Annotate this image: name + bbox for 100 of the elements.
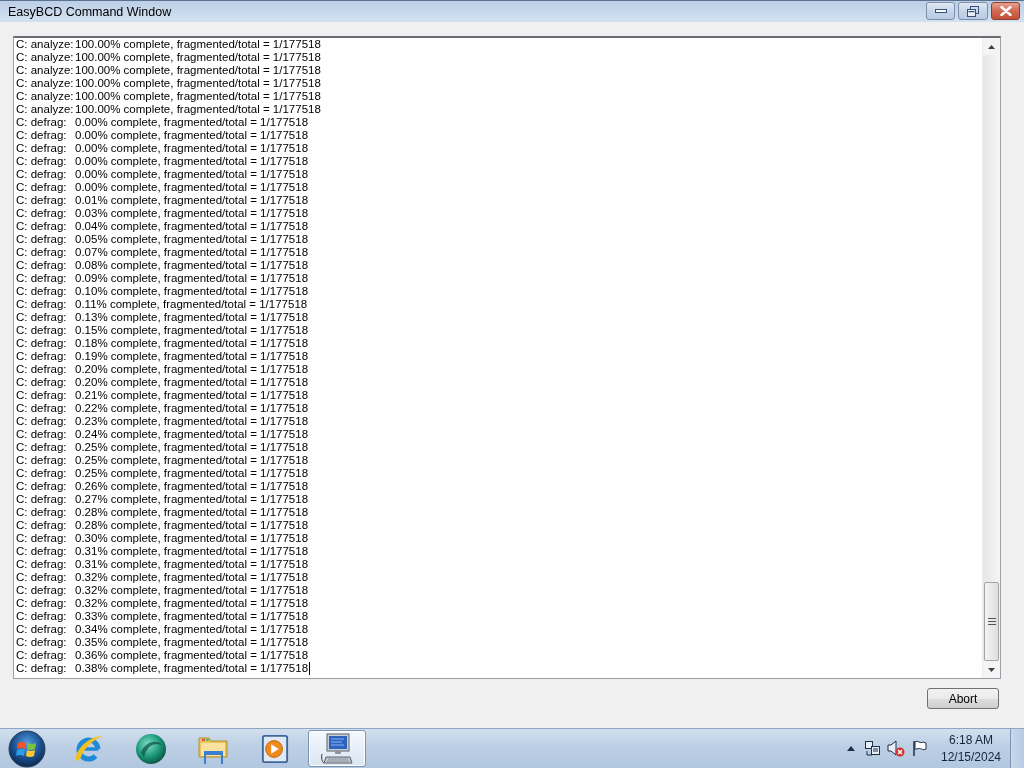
line-prefix: C: defrag: (16, 311, 68, 324)
line-prefix: C: defrag: (16, 584, 68, 597)
line-prefix: C: analyze: (16, 103, 75, 116)
line-prefix: C: defrag: (16, 480, 68, 493)
line-prefix: C: defrag: (16, 363, 68, 376)
line-prefix: C: defrag: (16, 272, 68, 285)
line-prefix: C: defrag: (16, 207, 68, 220)
line-text: 0.10% complete, fragmented/total = 1/177518 (75, 285, 309, 298)
line-prefix: C: defrag: (16, 402, 68, 415)
line-prefix: C: defrag: (16, 155, 68, 168)
line-prefix: C: defrag: (16, 506, 68, 519)
line-text: 0.34% complete, fragmented/total = 1/177518 (75, 623, 309, 636)
line-text: 100.00% complete, fragmented/total = 1/177518 (75, 38, 321, 51)
close-button[interactable] (991, 2, 1020, 20)
line-prefix: C: defrag: (16, 285, 68, 298)
line-text: 0.25% complete, fragmented/total = 1/177518 (75, 454, 309, 467)
line-text: 0.28% complete, fragmented/total = 1/177518 (75, 506, 309, 519)
line-prefix: C: defrag: (16, 493, 68, 506)
line-text: 0.35% complete, fragmented/total = 1/177518 (75, 636, 309, 649)
line-text: 0.20% complete, fragmented/total = 1/177518 (75, 363, 309, 376)
line-prefix: C: defrag: (16, 662, 68, 675)
line-prefix: C: analyze: (16, 90, 75, 103)
line-prefix: C: defrag: (16, 467, 68, 480)
line-text: 0.21% complete, fragmented/total = 1/177518 (75, 389, 309, 402)
line-prefix: C: defrag: (16, 259, 68, 272)
line-prefix: C: defrag: (16, 649, 68, 662)
line-prefix: C: defrag: (16, 168, 68, 181)
line-text: 0.25% complete, fragmented/total = 1/177518 (75, 467, 309, 480)
line-text: 0.00% complete, fragmented/total = 1/177518 (75, 142, 309, 155)
clock-date: 12/15/2024 (940, 748, 1002, 766)
line-text: 100.00% complete, fragmented/total = 1/177518 (75, 103, 321, 116)
line-text: 0.32% complete, fragmented/total = 1/177518 (75, 584, 309, 597)
close-icon (999, 6, 1012, 16)
line-prefix: C: defrag: (16, 376, 68, 389)
line-prefix: C: defrag: (16, 194, 68, 207)
line-text: 0.00% complete, fragmented/total = 1/177518 (75, 155, 309, 168)
line-text: 0.09% complete, fragmented/total = 1/177518 (75, 272, 309, 285)
start-orb-icon (8, 729, 46, 768)
sphere-icon (135, 732, 167, 765)
line-text: 0.24% complete, fragmented/total = 1/177518 (75, 428, 309, 441)
line-text: 0.25% complete, fragmented/total = 1/177518 (75, 441, 309, 454)
up-arrow-icon (988, 44, 995, 49)
line-prefix: C: defrag: (16, 597, 68, 610)
line-text: 0.00% complete, fragmented/total = 1/177518 (75, 181, 309, 194)
line-prefix: C: defrag: (16, 545, 68, 558)
line-text: 0.03% complete, fragmented/total = 1/177518 (75, 207, 309, 220)
line-prefix: C: defrag: (16, 129, 68, 142)
line-prefix: C: defrag: (16, 233, 68, 246)
line-text: 100.00% complete, fragmented/total = 1/177518 (75, 51, 321, 64)
clock-time: 6:18 AM (949, 731, 993, 749)
line-prefix: C: defrag: (16, 298, 68, 311)
chevron-up-icon[interactable] (847, 746, 855, 751)
line-prefix: C: defrag: (16, 350, 68, 363)
line-text: 0.38% complete, fragmented/total = 1/177518 (75, 662, 309, 675)
computer-icon (320, 731, 354, 766)
line-text: 100.00% complete, fragmented/total = 1/177518 (75, 64, 321, 77)
line-text: 0.04% complete, fragmented/total = 1/177518 (75, 220, 309, 233)
line-prefix: C: analyze: (16, 64, 75, 77)
line-text: 0.13% complete, fragmented/total = 1/177518 (75, 311, 309, 324)
restore-button[interactable] (958, 2, 988, 20)
taskbar-button[interactable] (308, 730, 366, 767)
line-prefix: C: defrag: (16, 441, 68, 454)
line-prefix: C: defrag: (16, 454, 68, 467)
line-prefix: C: analyze: (16, 77, 75, 90)
line-text: 0.23% complete, fragmented/total = 1/177518 (75, 415, 309, 428)
line-text: 0.00% complete, fragmented/total = 1/177518 (75, 168, 309, 181)
line-prefix: C: defrag: (16, 532, 68, 545)
line-prefix: C: defrag: (16, 415, 68, 428)
line-text: 0.36% complete, fragmented/total = 1/177518 (75, 649, 309, 662)
line-text: 0.31% complete, fragmented/total = 1/177518 (75, 558, 309, 571)
line-text: 0.27% complete, fragmented/total = 1/177518 (75, 493, 309, 506)
window-title: EasyBCD Command Window (8, 4, 172, 19)
line-prefix: C: defrag: (16, 519, 68, 532)
abort-button[interactable]: Abort (927, 688, 999, 709)
line-prefix: C: defrag: (16, 337, 68, 350)
flag-icon[interactable] (912, 740, 928, 757)
line-prefix: C: defrag: (16, 636, 68, 649)
speaker-icon[interactable] (887, 740, 905, 757)
line-prefix: C: defrag: (16, 246, 68, 259)
line-text: 0.11% complete, fragmented/total = 1/177518 (75, 298, 308, 311)
line-text: 0.00% complete, fragmented/total = 1/177518 (75, 129, 309, 142)
line-prefix: C: defrag: (16, 116, 68, 129)
line-prefix: C: defrag: (16, 324, 68, 337)
line-text: 0.05% complete, fragmented/total = 1/177518 (75, 233, 309, 246)
line-text: 0.08% complete, fragmented/total = 1/177518 (75, 259, 309, 272)
line-text: 0.33% complete, fragmented/total = 1/177518 (75, 610, 309, 623)
line-text: 100.00% complete, fragmented/total = 1/177518 (75, 77, 321, 90)
line-text: 0.31% complete, fragmented/total = 1/177518 (75, 545, 309, 558)
line-text: 0.32% complete, fragmented/total = 1/177518 (75, 597, 309, 610)
down-arrow-icon (988, 667, 995, 672)
line-prefix: C: analyze: (16, 38, 75, 51)
line-text: 100.00% complete, fragmented/total = 1/177518 (75, 90, 321, 103)
line-text: 0.32% complete, fragmented/total = 1/177518 (75, 571, 309, 584)
line-text: 0.26% complete, fragmented/total = 1/177518 (75, 480, 309, 493)
line-prefix: C: defrag: (16, 623, 68, 636)
line-text: 0.18% complete, fragmented/total = 1/177518 (75, 337, 309, 350)
scrollbar-thumb[interactable] (984, 582, 999, 661)
minimize-button[interactable] (926, 2, 955, 20)
line-text: 0.19% complete, fragmented/total = 1/177518 (75, 350, 309, 363)
network-icon[interactable] (863, 740, 881, 757)
